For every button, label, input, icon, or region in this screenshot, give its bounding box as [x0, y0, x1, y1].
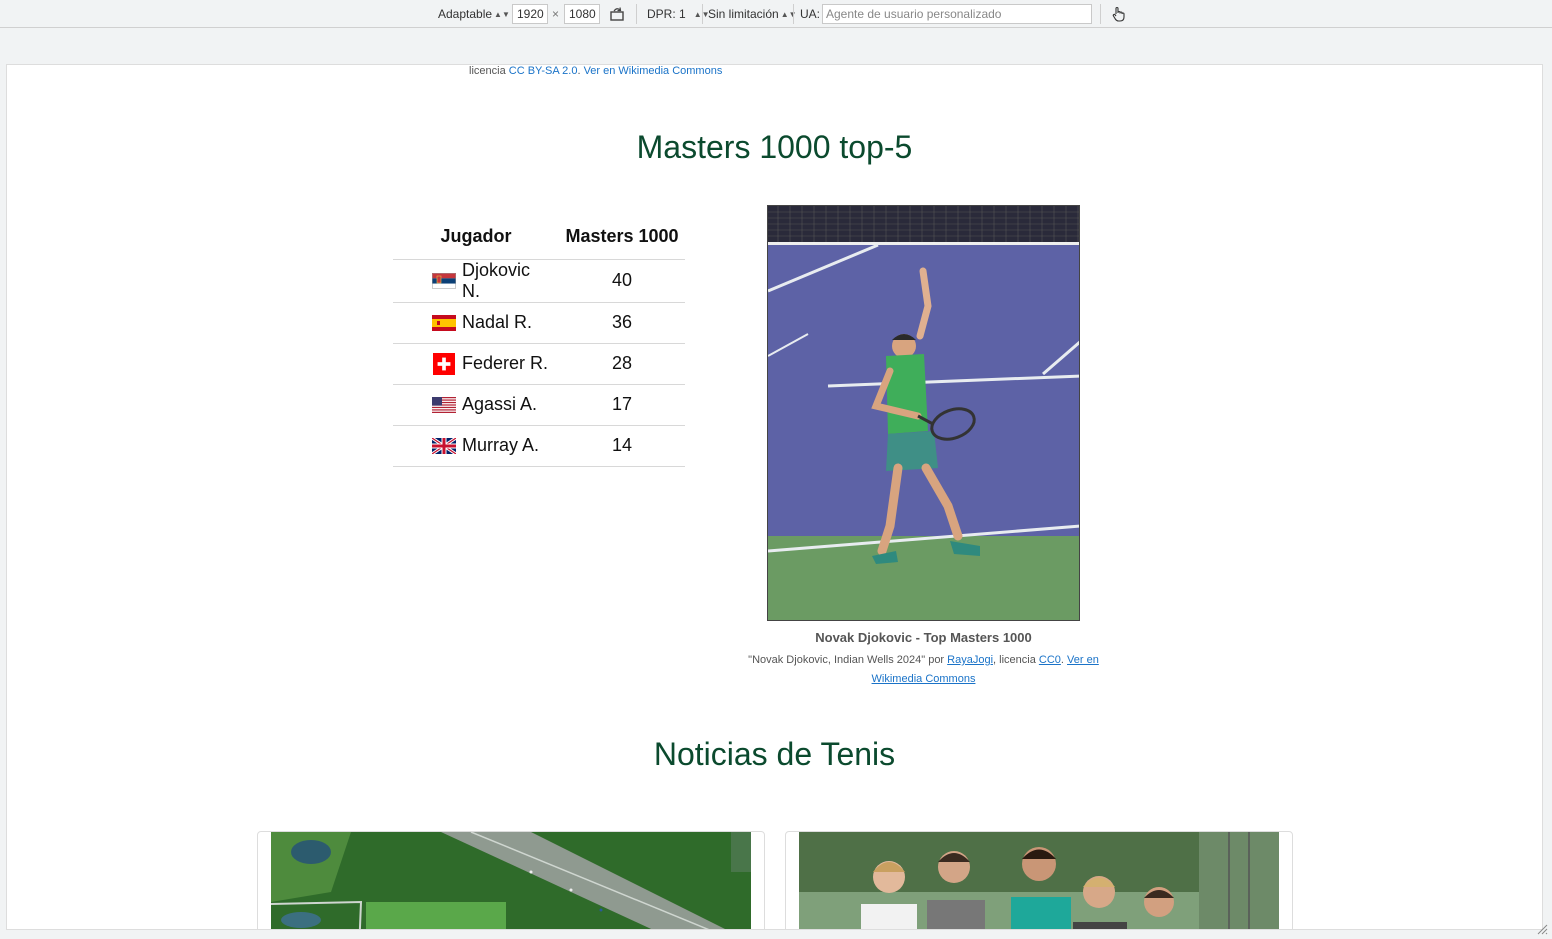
device-toolbar: Adaptable▲▼ 1920 × 1080 DPR: 1▲▼ Sin lim…: [0, 0, 1552, 28]
djokovic-photo: [767, 205, 1080, 621]
select-arrows-icon: ▲▼: [780, 9, 797, 19]
credit-prefix: licencia: [469, 65, 509, 77]
width-input[interactable]: 1920: [512, 4, 548, 24]
rotate-button[interactable]: [609, 0, 625, 28]
masters-count: 36: [559, 301, 685, 343]
player-name: Murray A.: [462, 435, 540, 455]
throttle-select[interactable]: Sin limitación ▲▼: [708, 0, 797, 28]
author-link[interactable]: RayaJogi: [947, 654, 993, 666]
table-row: Nadal R. 36: [393, 301, 685, 343]
player-name: Federer R.: [462, 353, 549, 373]
table-row: Agassi A. 17: [393, 383, 685, 425]
news-card[interactable]: [785, 831, 1293, 929]
height-input[interactable]: 1080: [564, 4, 600, 24]
user-agent-input[interactable]: Agente de usuario personalizado: [822, 4, 1092, 24]
toolbar-divider: [1100, 4, 1101, 24]
photo-credit: "Novak Djokovic, Indian Wells 2024" por …: [737, 651, 1110, 689]
serbia-flag-icon: [432, 272, 456, 289]
rotate-icon: [610, 7, 624, 21]
ua-label: UA:: [800, 7, 821, 21]
spain-flag-icon: [432, 314, 456, 331]
touch-toggle-button[interactable]: [1110, 0, 1126, 28]
uk-flag-icon: [432, 437, 456, 454]
table-row: Murray A. 14: [393, 424, 685, 467]
masters-count: 28: [559, 342, 685, 384]
player-name: Djokovic N.: [462, 259, 531, 301]
credit-prefix: "Novak Djokovic, Indian Wells 2024" por: [748, 654, 948, 666]
switzerland-flag-icon: [433, 352, 455, 375]
license-link[interactable]: CC BY-SA 2.0: [509, 65, 578, 77]
column-header-player: Jugador: [440, 226, 512, 247]
usa-flag-icon: [432, 396, 456, 413]
table-row: Federer R. 28: [393, 342, 685, 384]
wikimedia-link-continued[interactable]: Wikimedia Commons: [872, 673, 976, 685]
page-viewport: licencia CC BY-SA 2.0. Ver en Wikimedia …: [6, 64, 1543, 930]
device-select-label: Adaptable: [438, 7, 493, 21]
device-select[interactable]: Adaptable ▲▼: [438, 0, 510, 28]
credit-middle: , licencia: [993, 654, 1039, 666]
masters-count: 40: [559, 258, 685, 302]
wikimedia-link[interactable]: Ver en Wikimedia Commons: [584, 65, 723, 77]
throttle-label: Sin limitación: [708, 7, 779, 21]
news-players-photo: [799, 832, 1279, 929]
masters-ranking-table: Jugador Masters 1000 Djokovic N. 40 Nada…: [393, 215, 685, 467]
player-name: Nadal R.: [462, 312, 533, 332]
dpr-label: DPR: 1: [647, 7, 686, 21]
image-credit-top: licencia CC BY-SA 2.0. Ver en Wikimedia …: [469, 65, 722, 77]
tennis-court-illustration: [768, 206, 1079, 620]
column-header-masters: Masters 1000: [565, 226, 679, 247]
dpr-select[interactable]: DPR: 1▲▼: [647, 0, 710, 28]
table-header-row: Jugador Masters 1000: [393, 215, 685, 259]
resize-handle-icon[interactable]: [1536, 923, 1548, 935]
toolbar-divider: [702, 4, 703, 24]
news-aerial-photo: [271, 832, 751, 929]
news-section-title: Noticias de Tenis: [653, 736, 896, 772]
news-card[interactable]: [257, 831, 765, 929]
masters-count: 17: [559, 383, 685, 425]
license-link[interactable]: CC0: [1039, 654, 1061, 666]
table-row: Djokovic N. 40: [393, 258, 685, 302]
select-arrows-icon: ▲▼: [494, 9, 510, 19]
player-name: Agassi A.: [462, 394, 538, 414]
wikimedia-link[interactable]: Ver en: [1067, 654, 1099, 666]
hand-pointer-icon: [1112, 6, 1125, 22]
photo-caption: Novak Djokovic - Top Masters 1000: [815, 630, 1032, 645]
masters-count: 14: [559, 424, 685, 467]
toolbar-divider: [636, 4, 637, 24]
toolbar-divider: [793, 4, 794, 24]
dimension-separator: ×: [552, 7, 560, 21]
masters-section-title: Masters 1000 top-5: [636, 129, 913, 165]
